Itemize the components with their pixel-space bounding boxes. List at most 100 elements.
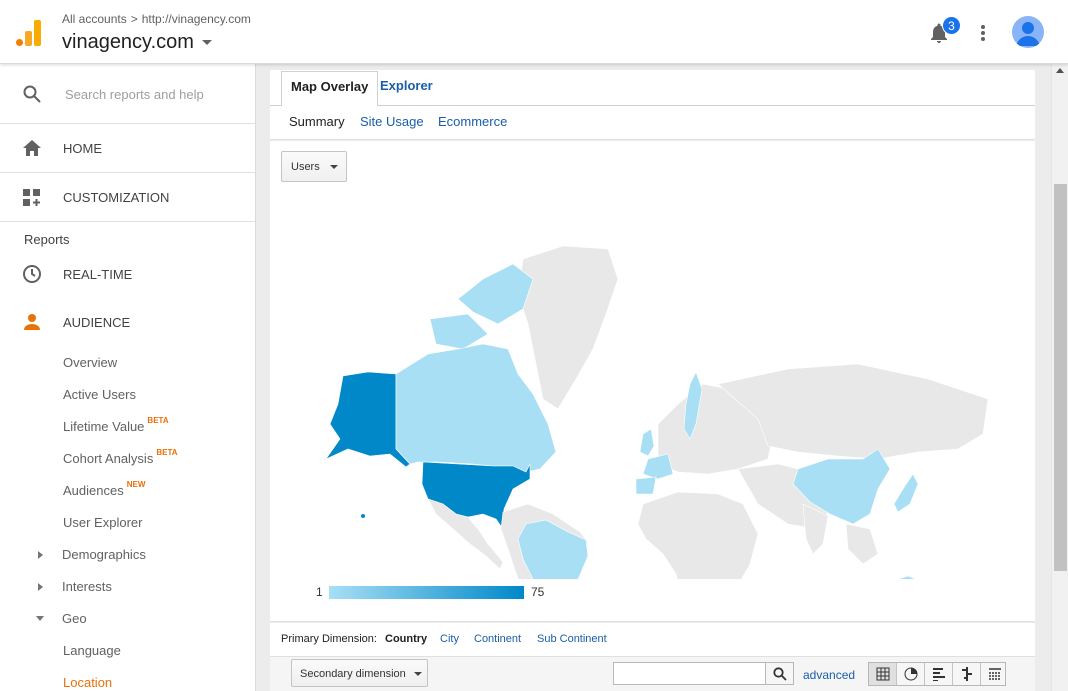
- dimension-sub-continent[interactable]: Sub Continent: [537, 633, 607, 645]
- chevron-down-icon[interactable]: [36, 616, 44, 621]
- sidebar-item-audiences[interactable]: Audiences NEW: [63, 480, 146, 498]
- table-search-input[interactable]: [613, 662, 766, 685]
- sidebar-item-location[interactable]: Location: [63, 675, 112, 690]
- home-icon: [23, 140, 41, 156]
- breadcrumb: All accounts > http://vinagency.com: [62, 12, 251, 26]
- sidebar-item-audience[interactable]: AUDIENCE: [0, 306, 255, 338]
- new-badge: NEW: [126, 480, 146, 489]
- breadcrumb-site[interactable]: http://vinagency.com: [142, 12, 251, 26]
- tab-map-overlay[interactable]: Map Overlay: [281, 71, 379, 107]
- sidebar-item-label: REAL-TIME: [63, 267, 133, 282]
- report-subtabs: Summary Site Usage Ecommerce: [270, 106, 1035, 140]
- dashboard-grid-icon: [23, 189, 40, 206]
- map-country-greenland[interactable]: [517, 245, 619, 410]
- legend-max-value: 75: [531, 585, 545, 599]
- beta-badge: BETA: [147, 416, 169, 425]
- sidebar-item-demographics[interactable]: Demographics: [62, 547, 146, 562]
- pie-chart-icon: [904, 667, 918, 681]
- legend-gradient-bar: [329, 586, 524, 599]
- map-country-france[interactable]: [642, 453, 674, 480]
- comparison-icon: [962, 667, 972, 681]
- table-toolbar: Secondary dimension advanced: [270, 656, 1035, 691]
- sidebar-item-geo[interactable]: Geo: [62, 611, 87, 626]
- world-map[interactable]: [318, 184, 1000, 579]
- more-vert-icon[interactable]: [980, 24, 986, 42]
- user-avatar-icon[interactable]: [1012, 16, 1044, 48]
- view-table-button[interactable]: [869, 663, 897, 685]
- map-country-canada[interactable]: [395, 343, 557, 473]
- map-panel: Users 1 75: [270, 141, 1035, 622]
- sidebar-item-overview[interactable]: Overview: [63, 355, 117, 370]
- sidebar-item-interests[interactable]: Interests: [62, 579, 112, 594]
- sidebar-item-active-users[interactable]: Active Users: [63, 387, 136, 402]
- sidebar-item-user-explorer[interactable]: User Explorer: [63, 515, 142, 530]
- view-performance-button[interactable]: [925, 663, 953, 685]
- subtab-ecommerce[interactable]: Ecommerce: [438, 114, 507, 129]
- pivot-table-icon: [989, 668, 1001, 680]
- map-country-africa[interactable]: [637, 491, 759, 579]
- map-country-southeast-asia[interactable]: [845, 523, 879, 565]
- notification-count-badge: 3: [942, 16, 961, 35]
- breadcrumb-all-accounts[interactable]: All accounts: [62, 12, 127, 26]
- chevron-down-icon: [330, 165, 338, 169]
- tab-explorer[interactable]: Explorer: [371, 71, 442, 107]
- view-pie-button[interactable]: [897, 663, 925, 685]
- breadcrumb-separator: >: [130, 12, 138, 26]
- reports-section-label: Reports: [24, 232, 70, 247]
- sidebar-search[interactable]: Search reports and help: [0, 64, 255, 124]
- account-name: vinagency.com: [62, 31, 194, 53]
- view-pivot-button[interactable]: [981, 663, 1009, 685]
- dimension-country[interactable]: Country: [385, 633, 427, 645]
- map-country-spain[interactable]: [635, 476, 657, 495]
- sidebar-item-home[interactable]: HOME: [0, 124, 255, 173]
- view-comparison-button[interactable]: [953, 663, 981, 685]
- sidebar-item-label: Cohort Analysis: [63, 451, 154, 466]
- dimension-city[interactable]: City: [440, 633, 459, 645]
- search-placeholder: Search reports and help: [65, 87, 204, 102]
- top-header: All accounts > http://vinagency.com vinage…: [0, 0, 1068, 64]
- clock-icon: [23, 265, 41, 283]
- map-country-canada-arctic[interactable]: [429, 263, 534, 350]
- report-tabs: Map Overlay Explorer: [270, 70, 1035, 107]
- secondary-dimension-label: Secondary dimension: [300, 668, 406, 680]
- search-icon: [773, 667, 787, 681]
- scrollbar-thumb[interactable]: [1054, 184, 1067, 571]
- secondary-dimension-dropdown[interactable]: Secondary dimension: [291, 659, 428, 687]
- beta-badge: BETA: [156, 448, 178, 457]
- sidebar-item-language[interactable]: Language: [63, 643, 121, 658]
- account-selector[interactable]: vinagency.com: [62, 31, 212, 54]
- sidebar-item-customization[interactable]: CUSTOMIZATION: [0, 173, 255, 222]
- map-country-united-kingdom[interactable]: [639, 428, 655, 457]
- analytics-logo-icon[interactable]: [16, 20, 41, 46]
- sidebar-item-label: Lifetime Value: [63, 419, 145, 434]
- advanced-filter-link[interactable]: advanced: [803, 668, 855, 682]
- report-content: Map Overlay Explorer Summary Site Usage …: [270, 64, 1035, 691]
- map-country-japan[interactable]: [893, 473, 919, 513]
- sidebar-item-cohort-analysis[interactable]: Cohort Analysis BETA: [63, 448, 178, 466]
- map-country-brazil[interactable]: [517, 519, 589, 579]
- sidebar-item-realtime[interactable]: REAL-TIME: [0, 258, 255, 290]
- metric-dropdown[interactable]: Users: [281, 151, 347, 182]
- bar-chart-icon: [933, 668, 945, 681]
- table-search-button[interactable]: [765, 662, 794, 685]
- chevron-right-icon[interactable]: [38, 551, 43, 559]
- metric-dropdown-label: Users: [291, 161, 320, 173]
- subtab-summary[interactable]: Summary: [289, 114, 345, 129]
- search-icon: [23, 85, 41, 103]
- sidebar-item-lifetime-value[interactable]: Lifetime Value BETA: [63, 416, 169, 434]
- map-country-hawaii[interactable]: [361, 514, 365, 518]
- scroll-up-arrow-icon[interactable]: [1056, 68, 1064, 73]
- primary-dimension-bar: Primary Dimension: Country City Continen…: [270, 623, 1035, 656]
- subtab-site-usage[interactable]: Site Usage: [360, 114, 424, 129]
- sidebar-item-label: AUDIENCE: [63, 315, 131, 330]
- sidebar: Search reports and help HOME CUSTOMIZATI…: [0, 64, 256, 691]
- page-scrollbar[interactable]: [1051, 64, 1068, 691]
- sidebar-item-label: Audiences: [63, 483, 124, 498]
- dimension-continent[interactable]: Continent: [474, 633, 521, 645]
- legend-min-value: 1: [316, 585, 323, 599]
- map-country-australia[interactable]: [860, 575, 936, 579]
- chevron-down-icon: [201, 40, 212, 46]
- table-grid-icon: [876, 667, 890, 681]
- chevron-right-icon[interactable]: [38, 583, 43, 591]
- view-switcher: [868, 662, 1006, 686]
